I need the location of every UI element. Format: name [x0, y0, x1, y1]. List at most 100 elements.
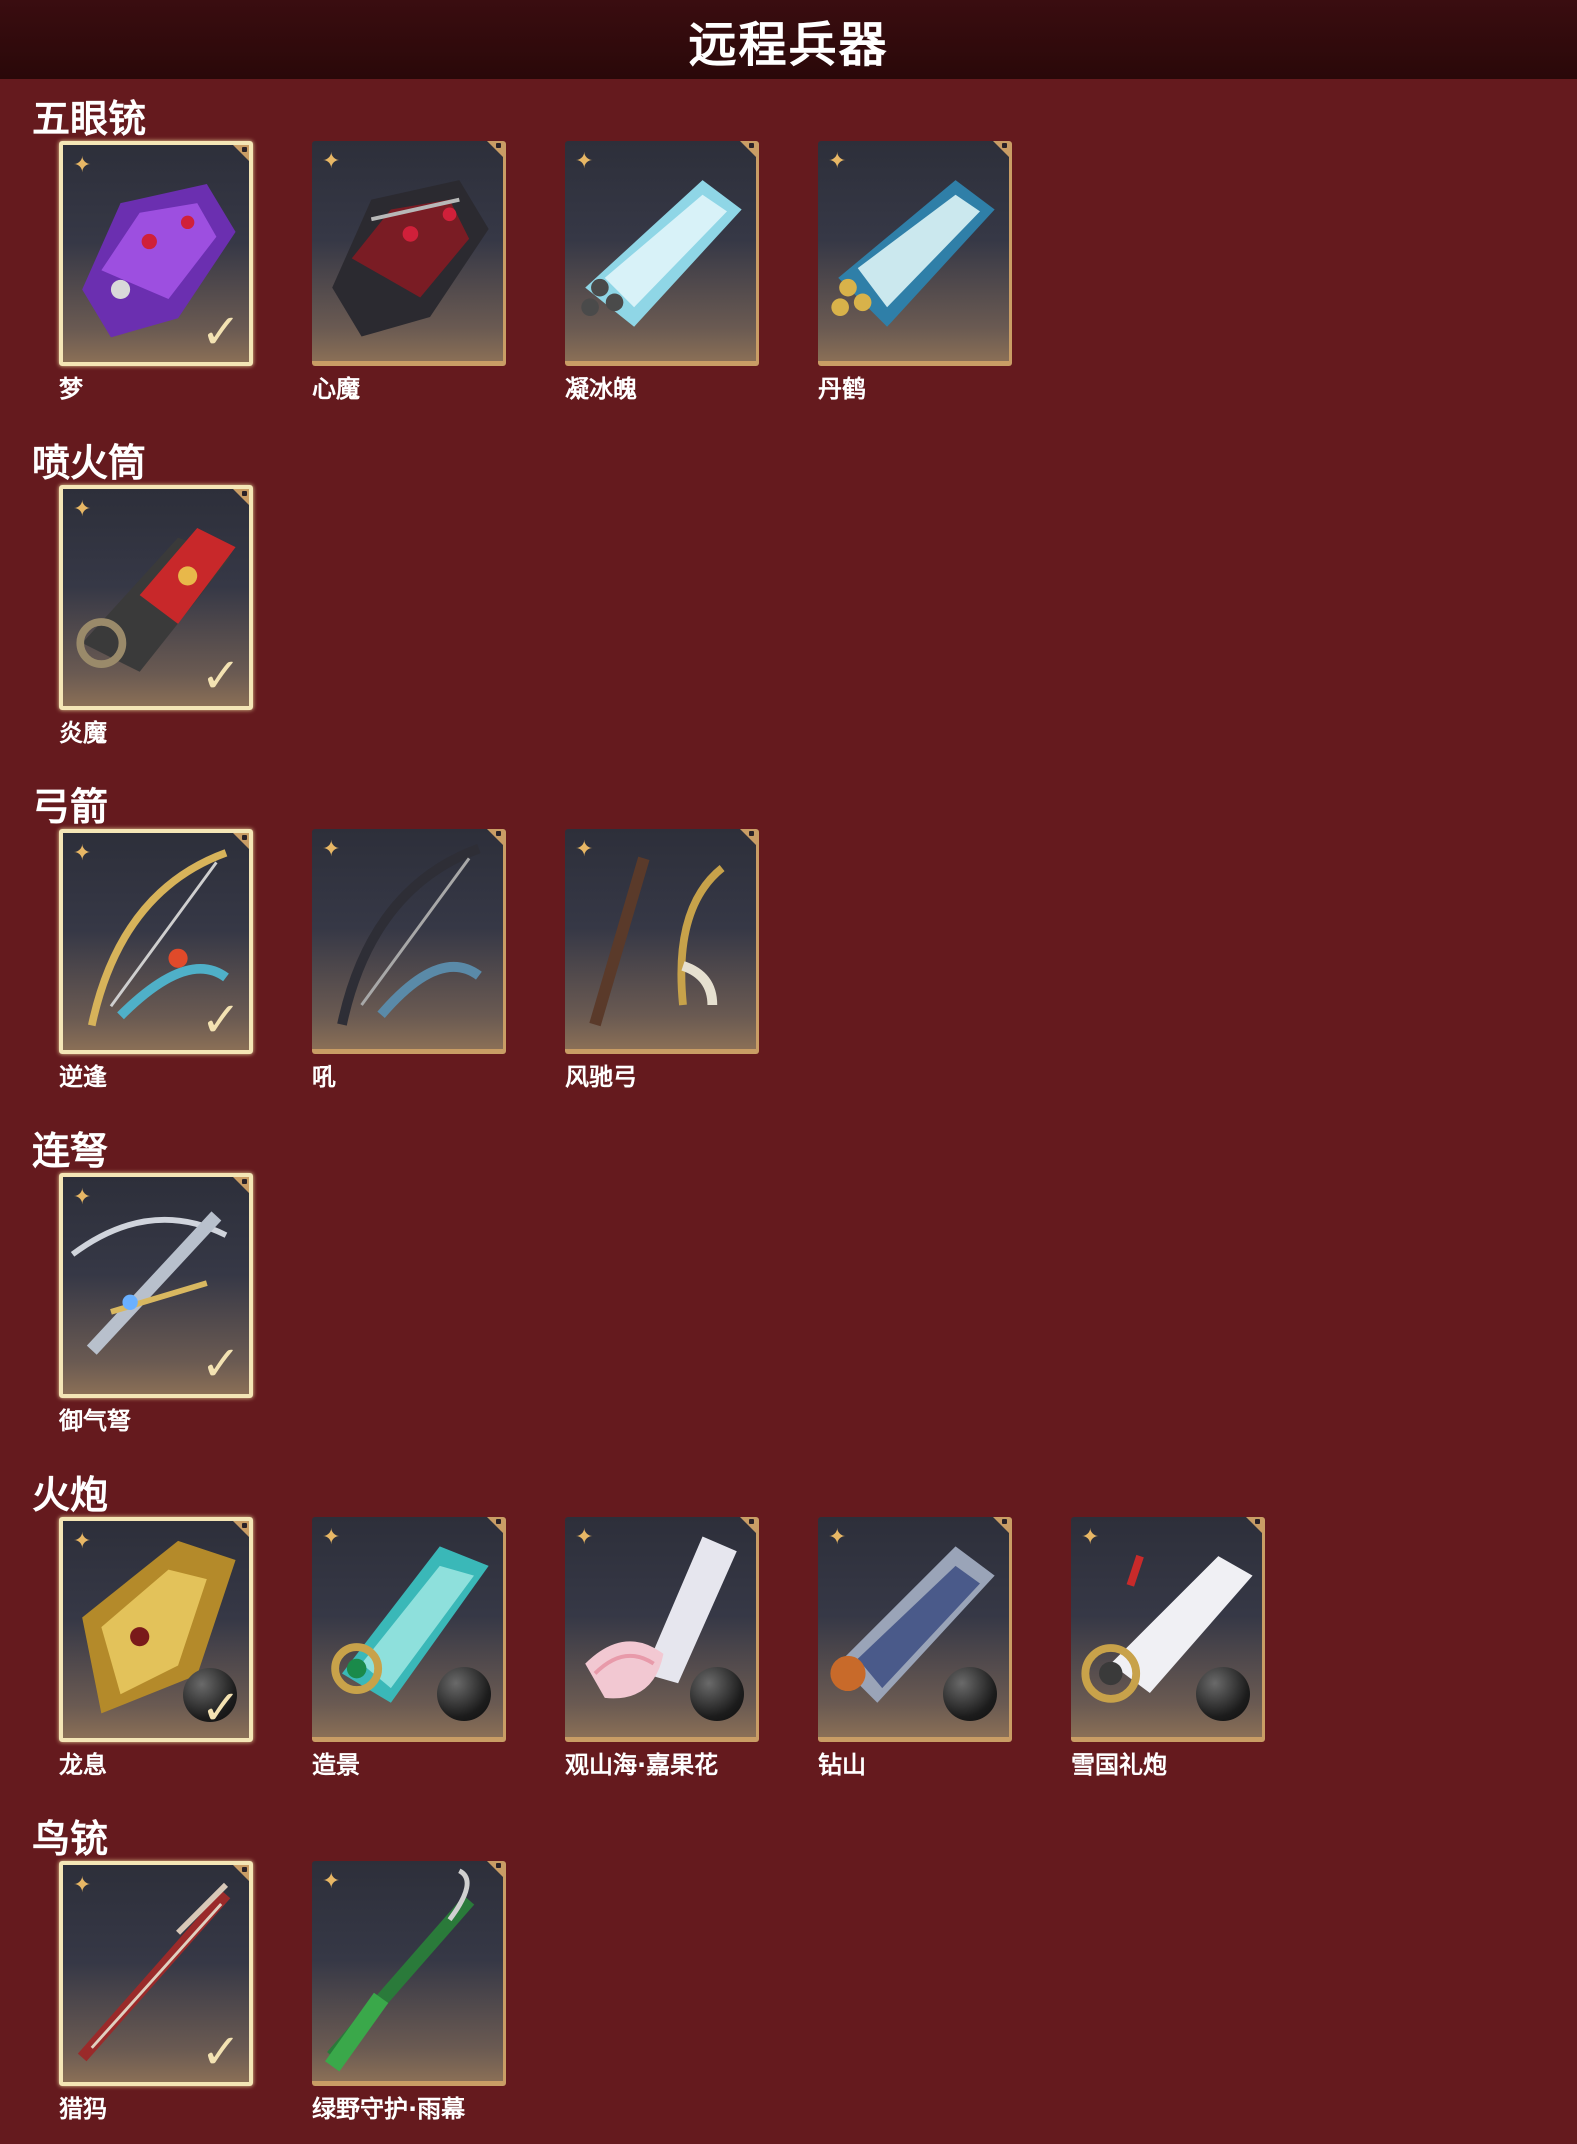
check-icon: ✓ [200, 1680, 241, 1736]
weapon-item[interactable]: ✦ 雪国礼炮 [1071, 1517, 1265, 1779]
weapon-name: 雪国礼炮 [1071, 1751, 1167, 1779]
weapon-name: 风驰弓 [565, 1063, 637, 1091]
rarity-star-icon: ✦ [73, 1529, 92, 1554]
weapon-item[interactable]: ✦ ✓ 猎犸 [59, 1861, 253, 2123]
weapon-name: 猎犸 [59, 2095, 107, 2123]
weapon-card[interactable]: ✦ [818, 1517, 1012, 1742]
weapon-item[interactable]: ✦ ✓ 龙息 [59, 1517, 253, 1779]
weapon-card[interactable]: ✦ ✓ [59, 1173, 253, 1398]
weapon-card[interactable]: ✦ [565, 141, 759, 366]
weapon-item[interactable]: ✦ ✓ 炎魔 [59, 485, 253, 747]
cannonball-icon [437, 1667, 491, 1721]
section-title: 连弩 [32, 1129, 109, 1173]
weapon-card[interactable]: ✦ ✓ [59, 485, 253, 710]
weapon-card[interactable]: ✦ [565, 1517, 759, 1742]
rarity-star-icon: ✦ [575, 149, 594, 174]
weapon-item[interactable]: ✦ 风驰弓 [565, 829, 759, 1091]
corner-tab-icon [740, 1517, 756, 1533]
weapon-name: 炎魔 [59, 719, 107, 747]
cannonball-icon [943, 1667, 997, 1721]
weapon-name: 逆逢 [59, 1063, 107, 1091]
corner-tab-icon [233, 145, 249, 161]
weapon-item[interactable]: ✦ 丹鹤 [818, 141, 1012, 403]
rarity-star-icon: ✦ [1081, 1525, 1100, 1550]
rarity-star-icon: ✦ [828, 149, 847, 174]
weapon-name: 凝冰魄 [565, 375, 637, 403]
check-icon: ✓ [200, 304, 241, 360]
horse-bow-icon [589, 856, 725, 1027]
rarity-star-icon: ✦ [322, 1869, 341, 1894]
weapon-item[interactable]: ✦ ✓ 御气弩 [59, 1173, 253, 1435]
cannonball-icon [1196, 1667, 1250, 1721]
weapon-card[interactable]: ✦ ✓ [59, 1861, 253, 2086]
rarity-star-icon: ✦ [73, 497, 92, 522]
corner-tab-icon [233, 1865, 249, 1881]
dark-bow-icon [337, 843, 482, 1026]
corner-tab-icon [233, 489, 249, 505]
weapon-name: 梦 [59, 375, 83, 403]
rarity-star-icon: ✦ [322, 1525, 341, 1550]
check-icon: ✓ [200, 648, 241, 704]
section-title: 火炮 [32, 1473, 109, 1517]
corner-tab-icon [993, 1517, 1009, 1533]
check-icon: ✓ [200, 992, 241, 1048]
corner-tab-icon [487, 1517, 503, 1533]
corner-tab-icon [487, 1861, 503, 1877]
rarity-star-icon: ✦ [575, 1525, 594, 1550]
weapon-item[interactable]: ✦ ✓ 逆逢 [59, 829, 253, 1091]
rarity-star-icon: ✦ [73, 153, 92, 178]
crane-gun-icon [831, 180, 995, 327]
corner-tab-icon [487, 141, 503, 157]
section-title: 五眼铳 [32, 97, 147, 141]
weapon-name: 御气弩 [59, 1407, 131, 1435]
rarity-star-icon: ✦ [322, 837, 341, 862]
rarity-star-icon: ✦ [73, 1185, 92, 1210]
weapon-name: 绿野守护·雨幕 [312, 2095, 466, 2123]
section-title: 鸟铳 [32, 1817, 109, 1861]
weapon-card[interactable]: ✦ ✓ [59, 141, 253, 366]
corner-tab-icon [233, 833, 249, 849]
corner-tab-icon [740, 141, 756, 157]
section-title: 喷火筒 [32, 441, 147, 485]
weapon-card[interactable]: ✦ [312, 829, 506, 1054]
corner-tab-icon [233, 1521, 249, 1537]
corner-tab-icon [993, 141, 1009, 157]
weapon-card[interactable]: ✦ [818, 141, 1012, 366]
weapon-name: 吼 [312, 1063, 336, 1091]
weapon-card[interactable]: ✦ [312, 141, 506, 366]
weapon-item[interactable]: ✦ 凝冰魄 [565, 141, 759, 403]
page-title: 远程兵器 [688, 16, 889, 73]
weapon-item[interactable]: ✦ 心魔 [312, 141, 506, 403]
corner-tab-icon [740, 829, 756, 845]
rarity-star-icon: ✦ [828, 1525, 847, 1550]
weapon-name: 造景 [312, 1751, 360, 1779]
weapon-card[interactable]: ✦ ✓ [59, 829, 253, 1054]
ice-gun-icon [581, 180, 742, 327]
weapon-item[interactable]: ✦ 钻山 [818, 1517, 1012, 1779]
weapon-card[interactable]: ✦ [312, 1861, 506, 2086]
weapon-card[interactable]: ✦ [565, 829, 759, 1054]
corner-tab-icon [233, 1177, 249, 1193]
weapon-item[interactable]: ✦ 造景 [312, 1517, 506, 1779]
weapon-name: 观山海·嘉果花 [565, 1751, 719, 1779]
weapon-card[interactable]: ✦ [1071, 1517, 1265, 1742]
weapon-name: 龙息 [59, 1751, 107, 1779]
weapon-card[interactable]: ✦ ✓ [59, 1517, 253, 1742]
rarity-star-icon: ✦ [322, 149, 341, 174]
header-bar: 远程兵器 [0, 0, 1577, 79]
weapon-name: 钻山 [818, 1751, 866, 1779]
check-icon: ✓ [200, 2024, 241, 2080]
weapon-item[interactable]: ✦ 绿野守护·雨幕 [312, 1861, 506, 2123]
red-dark-gun-icon [332, 180, 489, 337]
weapon-card[interactable]: ✦ [312, 1517, 506, 1742]
rarity-star-icon: ✦ [73, 841, 92, 866]
check-icon: ✓ [200, 1336, 241, 1392]
weapon-item[interactable]: ✦ 吼 [312, 829, 506, 1091]
rarity-star-icon: ✦ [73, 1873, 92, 1898]
section-title: 弓箭 [32, 785, 109, 829]
weapon-item[interactable]: ✦ ✓ 梦 [59, 141, 253, 403]
corner-tab-icon [1246, 1517, 1262, 1533]
weapon-item[interactable]: ✦ 观山海·嘉果花 [565, 1517, 759, 1779]
green-musket-icon [325, 1868, 475, 2072]
corner-tab-icon [487, 829, 503, 845]
